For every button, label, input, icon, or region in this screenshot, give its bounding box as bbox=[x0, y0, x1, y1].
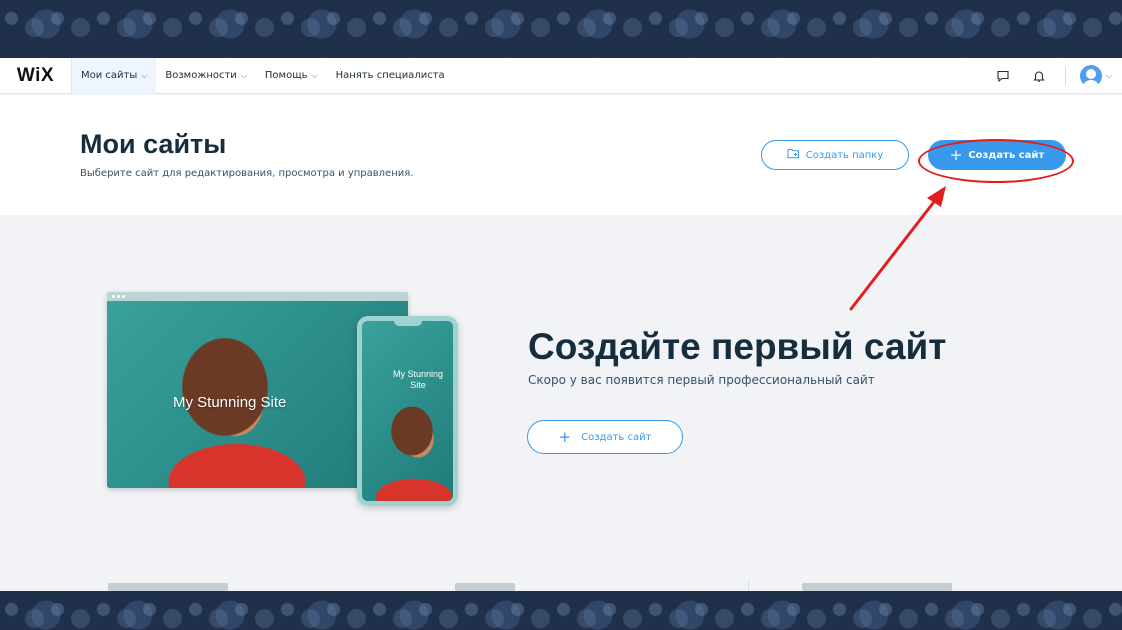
phone-site-title: My Stunning Site bbox=[392, 369, 444, 390]
folder-plus-icon bbox=[787, 148, 800, 162]
nav-hire-expert[interactable]: Нанять специалиста bbox=[327, 58, 454, 94]
wix-logo[interactable]: WiX bbox=[0, 58, 72, 94]
create-site-button[interactable]: + Создать сайт bbox=[928, 140, 1066, 170]
nav-hire-expert-label: Нанять специалиста bbox=[335, 70, 445, 81]
phone-notch bbox=[394, 321, 422, 326]
frame-top-decoration bbox=[0, 0, 1122, 58]
woman-photo-image bbox=[362, 321, 453, 501]
top-navigation: WiX Мои сайты ⌵ Возможности ⌵ Помощь ⌵ Н… bbox=[0, 58, 1122, 94]
divider bbox=[748, 580, 749, 591]
chevron-down-icon: ⌵ bbox=[240, 70, 247, 80]
avatar bbox=[1079, 65, 1102, 87]
mobile-site-preview: My Stunning Site bbox=[357, 316, 458, 506]
account-menu[interactable]: ⌵ bbox=[1079, 65, 1122, 87]
mock-site-title: My Stunning Site bbox=[173, 394, 287, 411]
chevron-down-icon: ⌵ bbox=[1105, 71, 1112, 80]
wix-dashboard: WiX Мои сайты ⌵ Возможности ⌵ Помощь ⌵ Н… bbox=[0, 58, 1122, 591]
hero-subtitle: Скоро у вас появится первый профессионал… bbox=[528, 373, 875, 387]
page-subtitle: Выберите сайт для редактирования, просмо… bbox=[80, 168, 414, 179]
create-folder-label: Создать папку bbox=[805, 149, 884, 161]
nav-help-label: Помощь bbox=[264, 70, 308, 81]
bell-icon[interactable] bbox=[1021, 58, 1057, 94]
create-folder-button[interactable]: Создать папку bbox=[761, 140, 909, 170]
page-header: Мои сайты Выберите сайт для редактирован… bbox=[0, 95, 1122, 215]
nav-my-sites-label: Мои сайты bbox=[81, 70, 138, 81]
bottom-section-peek bbox=[455, 583, 515, 591]
chevron-down-icon: ⌵ bbox=[311, 70, 318, 80]
browser-dots-icon bbox=[112, 295, 125, 298]
plus-icon: + bbox=[949, 145, 963, 164]
nav-right-tools: ⌵ bbox=[985, 58, 1122, 94]
bottom-section-peek bbox=[802, 583, 952, 591]
bottom-section-peek bbox=[108, 583, 228, 591]
create-first-site-label: Создать сайт bbox=[581, 431, 652, 443]
nav-help[interactable]: Помощь ⌵ bbox=[256, 58, 327, 94]
nav-divider bbox=[1064, 67, 1066, 85]
plus-icon: + bbox=[558, 427, 572, 446]
create-first-site-button[interactable]: + Создать сайт bbox=[527, 420, 683, 454]
hero-title: Создайте первый сайт bbox=[528, 326, 947, 367]
browser-bar bbox=[107, 292, 408, 301]
nav-my-sites[interactable]: Мои сайты ⌵ bbox=[72, 58, 157, 94]
chevron-down-icon: ⌵ bbox=[141, 70, 148, 80]
nav-features[interactable]: Возможности ⌵ bbox=[156, 58, 256, 94]
nav-features-label: Возможности bbox=[165, 70, 237, 81]
chat-icon[interactable] bbox=[985, 58, 1021, 94]
frame-bottom-decoration bbox=[0, 591, 1122, 630]
create-site-label: Создать сайт bbox=[968, 149, 1045, 161]
page-title: Мои сайты bbox=[80, 129, 227, 159]
